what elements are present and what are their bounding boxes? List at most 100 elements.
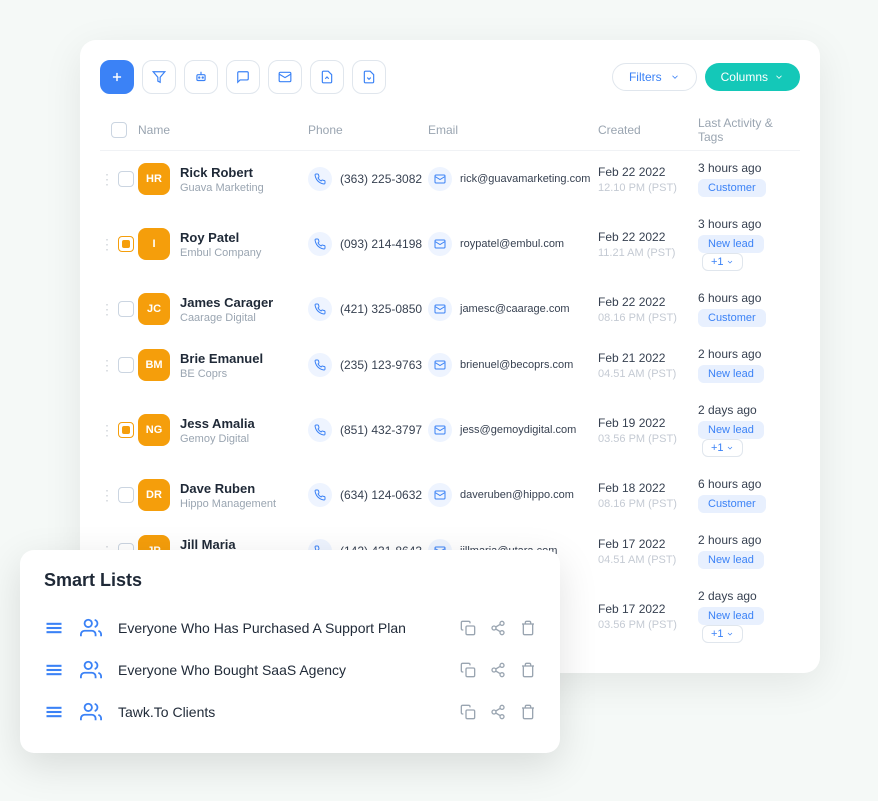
trash-icon[interactable] — [520, 620, 536, 636]
copy-icon[interactable] — [460, 620, 476, 636]
robot-icon — [194, 70, 208, 84]
contact-company: Embul Company — [180, 247, 261, 259]
tag-badge[interactable]: New lead — [698, 421, 764, 439]
smart-list-label: Tawk.To Clients — [118, 704, 444, 720]
created-date: Feb 17 2022 — [598, 537, 698, 551]
email-icon[interactable] — [428, 167, 452, 191]
phone-text: (634) 124-0632 — [340, 488, 422, 502]
drag-handle[interactable]: ⋮ — [100, 301, 114, 318]
email-icon[interactable] — [428, 297, 452, 321]
menu-icon[interactable] — [44, 618, 64, 638]
contact-company: Caarage Digital — [180, 312, 273, 324]
chevron-down-icon — [670, 72, 680, 82]
created-date: Feb 22 2022 — [598, 165, 698, 179]
tag-badge[interactable]: New lead — [698, 607, 764, 625]
table-row: ⋮ I Roy Patel Embul Company (093) 214-41… — [100, 207, 800, 281]
drag-handle[interactable]: ⋮ — [100, 487, 114, 504]
phone-icon[interactable] — [308, 167, 332, 191]
created-date: Feb 19 2022 — [598, 416, 698, 430]
email-text: jess@gemoydigital.com — [460, 424, 576, 436]
drag-handle[interactable]: ⋮ — [100, 357, 114, 374]
col-activity: Last Activity & Tags — [698, 116, 800, 144]
import-button[interactable] — [310, 60, 344, 94]
copy-icon[interactable] — [460, 704, 476, 720]
contact-company: Gemoy Digital — [180, 433, 255, 445]
drag-handle[interactable]: ⋮ — [100, 171, 114, 188]
filter-button[interactable] — [142, 60, 176, 94]
row-checkbox[interactable] — [118, 236, 134, 252]
bot-button[interactable] — [184, 60, 218, 94]
contact-name: Jess Amalia — [180, 416, 255, 431]
columns-dropdown[interactable]: Columns — [705, 63, 800, 91]
menu-icon[interactable] — [44, 702, 64, 722]
tag-badge[interactable]: New lead — [698, 365, 764, 383]
row-checkbox[interactable] — [118, 357, 134, 373]
share-icon[interactable] — [490, 620, 506, 636]
phone-icon[interactable] — [308, 232, 332, 256]
row-checkbox[interactable] — [118, 301, 134, 317]
filters-label: Filters — [629, 70, 662, 84]
mail-button[interactable] — [268, 60, 302, 94]
tag-badge[interactable]: New lead — [698, 551, 764, 569]
menu-icon[interactable] — [44, 660, 64, 680]
smart-lists-title: Smart Lists — [44, 570, 536, 591]
contact-company: Hippo Management — [180, 498, 276, 510]
plus-icon — [110, 70, 124, 84]
table-row: ⋮ DR Dave Ruben Hippo Management (634) 1… — [100, 467, 800, 523]
tag-badge[interactable]: Customer — [698, 179, 766, 197]
email-icon[interactable] — [428, 353, 452, 377]
smart-list-item: Everyone Who Bought SaaS Agency — [44, 649, 536, 691]
tag-badge[interactable]: New lead — [698, 235, 764, 253]
activity-text: 3 hours ago — [698, 217, 800, 231]
created-time: 03.56 PM (PST) — [598, 433, 698, 445]
activity-text: 6 hours ago — [698, 291, 800, 305]
email-icon[interactable] — [428, 232, 452, 256]
created-date: Feb 21 2022 — [598, 351, 698, 365]
trash-icon[interactable] — [520, 704, 536, 720]
activity-text: 6 hours ago — [698, 477, 800, 491]
trash-icon[interactable] — [520, 662, 536, 678]
email-icon[interactable] — [428, 418, 452, 442]
people-icon — [80, 617, 102, 639]
smart-list-item: Everyone Who Has Purchased A Support Pla… — [44, 607, 536, 649]
export-button[interactable] — [352, 60, 386, 94]
phone-icon[interactable] — [308, 297, 332, 321]
email-text: brienuel@becoprs.com — [460, 359, 573, 371]
email-text: roypatel@embul.com — [460, 238, 564, 250]
filters-dropdown[interactable]: Filters — [612, 63, 697, 91]
drag-handle[interactable]: ⋮ — [100, 236, 114, 253]
mail-icon — [278, 70, 292, 84]
file-down-icon — [362, 70, 376, 84]
email-text: rick@guavamarketing.com — [460, 173, 590, 185]
phone-icon[interactable] — [308, 418, 332, 442]
tag-more[interactable]: +1 — [702, 439, 743, 457]
share-icon[interactable] — [490, 704, 506, 720]
activity-text: 2 days ago — [698, 589, 800, 603]
phone-icon[interactable] — [308, 483, 332, 507]
avatar: JC — [138, 293, 170, 325]
funnel-icon — [152, 70, 166, 84]
select-all-checkbox[interactable] — [111, 122, 127, 138]
chat-button[interactable] — [226, 60, 260, 94]
email-icon[interactable] — [428, 483, 452, 507]
contact-name: Rick Robert — [180, 165, 264, 180]
copy-icon[interactable] — [460, 662, 476, 678]
add-button[interactable] — [100, 60, 134, 94]
row-checkbox[interactable] — [118, 422, 134, 438]
smart-lists-panel: Smart Lists Everyone Who Has Purchased A… — [20, 550, 560, 753]
tag-badge[interactable]: Customer — [698, 309, 766, 327]
row-checkbox[interactable] — [118, 171, 134, 187]
tag-badge[interactable]: Customer — [698, 495, 766, 513]
smart-list-label: Everyone Who Has Purchased A Support Pla… — [118, 620, 444, 636]
file-up-icon — [320, 70, 334, 84]
tag-more[interactable]: +1 — [702, 253, 743, 271]
activity-text: 2 hours ago — [698, 533, 800, 547]
drag-handle[interactable]: ⋮ — [100, 422, 114, 439]
row-checkbox[interactable] — [118, 487, 134, 503]
chat-icon — [236, 70, 250, 84]
phone-icon[interactable] — [308, 353, 332, 377]
share-icon[interactable] — [490, 662, 506, 678]
table-header: Name Phone Email Created Last Activity &… — [100, 110, 800, 151]
tag-more[interactable]: +1 — [702, 625, 743, 643]
col-name: Name — [138, 123, 308, 137]
